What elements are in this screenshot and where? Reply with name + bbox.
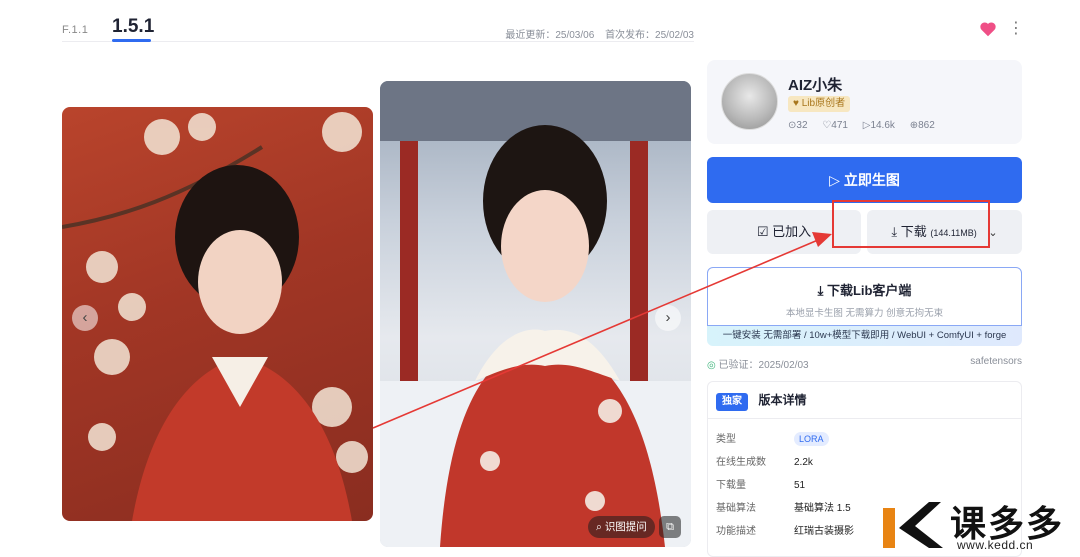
checkbox-icon: ☑ xyxy=(756,224,769,239)
client-subtitle: 本地显卡生图 无需算力 创意无拘无束 xyxy=(785,308,944,319)
detail-key: 下载量 xyxy=(716,480,746,491)
gallery-image-1[interactable] xyxy=(62,107,373,521)
creator-badge: ♥ Lib原创者 xyxy=(788,96,851,112)
client-promo-bar: 一键安装 无需部署 / 10w+模型下载即用 / WebUI + ComfyUI… xyxy=(707,326,1022,346)
detail-key: 功能描述 xyxy=(716,526,756,537)
details-title: 版本详情 xyxy=(758,393,807,407)
detail-value: 51 xyxy=(794,480,806,491)
gallery-next-button[interactable]: › xyxy=(655,305,681,331)
version-tabs: F.1.1 1.5.1 最近更新：25/03/06 首次发布：25/02/03 xyxy=(62,14,694,42)
detail-row-type: 类型 LORA xyxy=(716,430,829,446)
generate-label: 立即生图 xyxy=(843,172,900,188)
tab-version-current[interactable]: 1.5.1 xyxy=(112,16,154,38)
more-vertical-icon[interactable]: ⋮ xyxy=(1008,20,1024,38)
added-label: 已加入 xyxy=(772,224,812,239)
image-edit-icon[interactable]: ⧉ xyxy=(659,516,681,538)
image-question-button[interactable]: ⌕ 识图提问 xyxy=(588,516,655,538)
likes-stat: ♡471 xyxy=(822,120,848,131)
author-card: AIZ小朱 ♥ Lib原创者 ⊙32 ♡471 ▷14.6k ⊕862 xyxy=(707,60,1022,144)
author-stats: ⊙32 ♡471 ▷14.6k ⊕862 xyxy=(788,120,947,131)
generate-button[interactable]: ▷ 立即生图 xyxy=(707,157,1022,203)
followers-count: 32 xyxy=(796,120,808,131)
last-updated-date: 最近更新：25/03/06 xyxy=(505,30,595,41)
detail-row-downloads: 下载量 51 xyxy=(716,476,805,491)
detail-value: 红瑞古装摄影 xyxy=(794,526,854,537)
runs-stat: ▷14.6k xyxy=(862,120,895,131)
gallery-prev-button[interactable]: ‹ xyxy=(72,305,98,331)
verified-label: 已验证：2025/02/03 xyxy=(718,360,809,371)
watermark-logo-icon xyxy=(883,502,943,548)
downloads-stat: ⊕862 xyxy=(909,120,935,131)
downloads-count: 862 xyxy=(918,120,935,131)
detail-row-base-model: 基础算法 基础算法 1.5 xyxy=(716,499,851,514)
annotation-highlight-box xyxy=(832,200,990,248)
gallery-image-2[interactable] xyxy=(380,81,691,547)
exclusive-tag: 独家 xyxy=(716,393,748,411)
avatar[interactable] xyxy=(721,73,778,130)
gallery-image-2-art xyxy=(380,81,691,547)
type-pill[interactable]: LORA xyxy=(794,432,829,446)
followers-stat: ⊙32 xyxy=(788,120,808,131)
download-icon: ⤓ xyxy=(817,283,824,298)
details-header: 独家 版本详情 xyxy=(716,391,806,411)
detail-value: 2.2k xyxy=(794,457,813,468)
client-download-box[interactable]: ⤓ 下载Lib客户端 本地显卡生图 无需算力 创意无拘无束 xyxy=(707,267,1022,326)
detail-key: 在线生成数 xyxy=(716,457,766,468)
detail-row-online-gen: 在线生成数 2.2k xyxy=(716,453,813,468)
image-question-label: 识图提问 xyxy=(604,521,647,533)
client-title: ⤓ 下载Lib客户端 xyxy=(708,280,1021,299)
creator-badge-label: Lib原创者 xyxy=(801,98,846,109)
verification-row: ◎ 已验证：2025/02/03 safetensors xyxy=(707,356,1022,371)
watermark-url: www.kedd.cn xyxy=(957,538,1034,552)
client-title-text: 下载Lib客户端 xyxy=(826,283,912,298)
detail-value: 基础算法 1.5 xyxy=(794,503,851,514)
author-name[interactable]: AIZ小朱 xyxy=(788,74,842,95)
tab-version-previous[interactable]: F.1.1 xyxy=(62,24,88,36)
version-dates: 最近更新：25/03/06 首次发布：25/02/03 xyxy=(505,26,694,41)
detail-row-description: 功能描述 红瑞古装摄影 xyxy=(716,522,854,537)
divider xyxy=(708,418,1021,419)
likes-count: 471 xyxy=(831,120,848,131)
first-published-date: 首次发布：25/02/03 xyxy=(605,30,694,41)
file-format: safetensors xyxy=(970,356,1022,367)
runs-count: 14.6k xyxy=(870,120,895,131)
heart-icon[interactable] xyxy=(979,21,997,37)
verified-icon: ◎ xyxy=(707,360,716,371)
detail-key: 类型 xyxy=(716,434,736,445)
active-tab-indicator xyxy=(112,39,151,42)
detail-key: 基础算法 xyxy=(716,503,756,514)
gallery-image-1-art xyxy=(62,112,368,521)
play-icon: ▷ xyxy=(829,172,840,188)
